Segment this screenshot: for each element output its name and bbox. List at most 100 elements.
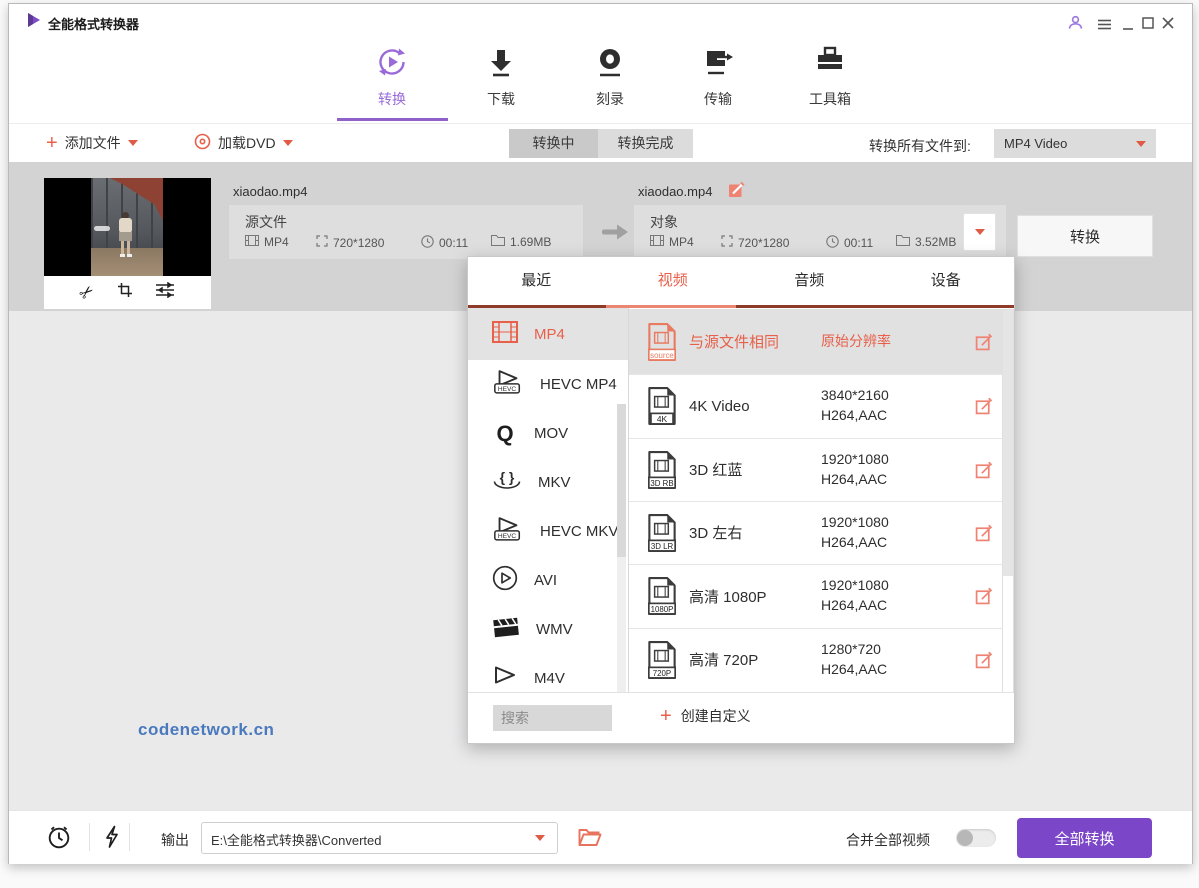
target-size: 3.52MB bbox=[896, 235, 956, 249]
folder-icon bbox=[491, 235, 505, 249]
popup-footer: + 创建自定义 bbox=[468, 692, 1014, 743]
svg-text:source: source bbox=[650, 351, 674, 360]
dvd-icon bbox=[194, 133, 211, 153]
folder-icon bbox=[896, 235, 910, 249]
menu-icon[interactable] bbox=[1097, 17, 1112, 35]
convert-to-dropdown[interactable]: MP4 Video bbox=[994, 129, 1156, 158]
resolution-icon bbox=[316, 235, 328, 250]
target-resolution: 720*1280 bbox=[721, 235, 789, 250]
tab-toolbox-label: 工具箱 bbox=[785, 89, 875, 109]
minimize-icon[interactable] bbox=[1122, 18, 1134, 36]
video-file-icon: 1080P bbox=[646, 576, 678, 621]
preset-list-scrollbar[interactable] bbox=[1002, 309, 1014, 692]
preset-3d-anaglyph[interactable]: 3D RB 3D 红蓝 1920*1080H264,AAC bbox=[629, 438, 1002, 501]
preset-resolution: 1920*1080 bbox=[821, 577, 889, 593]
merge-videos-label: 合并全部视频 bbox=[846, 830, 930, 850]
svg-text:3D RB: 3D RB bbox=[650, 479, 673, 488]
convert-to-label: 转换所有文件到: bbox=[869, 136, 971, 156]
popup-tab-audio[interactable]: 音频 bbox=[741, 257, 878, 305]
film-icon bbox=[245, 235, 259, 249]
add-file-button[interactable]: + 添加文件 bbox=[46, 133, 138, 153]
svg-text:720P: 720P bbox=[653, 669, 671, 678]
tab-convert[interactable]: 转换 bbox=[347, 44, 437, 109]
output-path-value: E:\全能格式转换器\Converted bbox=[211, 830, 382, 849]
format-dropdown-button[interactable] bbox=[963, 213, 996, 251]
load-dvd-dropdown-icon[interactable] bbox=[283, 140, 293, 146]
svg-text:3D LR: 3D LR bbox=[651, 542, 674, 551]
video-file-icon: 720P bbox=[646, 640, 678, 685]
plus-icon: + bbox=[660, 707, 672, 725]
source-format: MP4 bbox=[245, 235, 289, 249]
popup-tabs: 最近 视频 音频 设备 bbox=[468, 257, 1014, 305]
download-icon bbox=[483, 67, 519, 84]
preset-list: source 与源文件相同 原始分辨率 4K 4K Video 3840*216… bbox=[468, 308, 1014, 692]
output-path-dropdown[interactable]: E:\全能格式转换器\Converted bbox=[201, 822, 558, 854]
effects-adjust-icon[interactable] bbox=[155, 282, 175, 303]
search-input[interactable] bbox=[493, 705, 612, 731]
tab-transfer[interactable]: 传输 bbox=[673, 44, 763, 109]
thumbnail-scene bbox=[91, 178, 163, 276]
popup-tab-device[interactable]: 设备 bbox=[878, 257, 1015, 305]
convert-to-value: MP4 Video bbox=[1004, 136, 1067, 151]
rename-edit-icon[interactable] bbox=[728, 181, 745, 203]
trim-scissors-icon[interactable]: ✂ bbox=[76, 280, 100, 304]
preset-resolution: 原始分辨率 bbox=[821, 331, 891, 351]
preset-hd-720p[interactable]: 720P 高清 720P 1280*720H264,AAC bbox=[629, 628, 1002, 691]
tab-download[interactable]: 下载 bbox=[456, 44, 546, 109]
tab-convert-label: 转换 bbox=[347, 89, 437, 109]
preset-hd-1080p[interactable]: 1080P 高清 1080P 1920*1080H264,AAC bbox=[629, 564, 1002, 628]
convert-button[interactable]: 转换 bbox=[1017, 215, 1153, 257]
target-duration: 00:11 bbox=[826, 235, 873, 251]
preset-edit-icon[interactable] bbox=[975, 587, 993, 610]
tab-transfer-label: 传输 bbox=[673, 89, 763, 109]
add-file-dropdown-icon[interactable] bbox=[128, 140, 138, 146]
source-size: 1.69MB bbox=[491, 235, 551, 249]
preset-edit-icon[interactable] bbox=[975, 397, 993, 420]
preset-edit-icon[interactable] bbox=[975, 524, 993, 547]
create-custom-label: 创建自定义 bbox=[681, 706, 751, 726]
preset-same-as-source[interactable]: source 与源文件相同 原始分辨率 bbox=[629, 309, 1002, 374]
svg-text:4K: 4K bbox=[657, 414, 668, 424]
app-window: 全能格式转换器 转换 下载 刻录 传 bbox=[8, 3, 1193, 864]
preset-edit-icon[interactable] bbox=[975, 461, 993, 484]
video-thumbnail bbox=[44, 178, 211, 276]
source-file-icon: source bbox=[646, 322, 678, 367]
tab-converting[interactable]: 转换中 bbox=[509, 129, 598, 158]
titlebar: 全能格式转换器 bbox=[9, 4, 1192, 36]
preset-edit-icon[interactable] bbox=[975, 651, 993, 674]
close-icon[interactable] bbox=[1162, 16, 1174, 34]
load-dvd-button[interactable]: 加载DVD bbox=[194, 133, 293, 153]
preset-3d-sbs[interactable]: 3D LR 3D 左右 1920*1080H264,AAC bbox=[629, 501, 1002, 564]
popup-tab-video[interactable]: 视频 bbox=[605, 257, 742, 305]
schedule-clock-icon[interactable] bbox=[46, 824, 72, 855]
crop-icon[interactable] bbox=[117, 282, 133, 303]
convert-all-button[interactable]: 全部转换 bbox=[1017, 818, 1152, 858]
app-title: 全能格式转换器 bbox=[48, 14, 139, 33]
preset-codec: H264,AAC bbox=[821, 407, 887, 423]
merge-videos-toggle[interactable] bbox=[956, 829, 996, 847]
preset-resolution: 1920*1080 bbox=[821, 451, 889, 467]
tab-toolbox[interactable]: 工具箱 bbox=[785, 44, 875, 109]
popup-tab-recent[interactable]: 最近 bbox=[468, 257, 605, 305]
output-dropdown-icon bbox=[535, 835, 545, 841]
source-resolution: 720*1280 bbox=[316, 235, 384, 250]
maximize-icon[interactable] bbox=[1142, 16, 1154, 34]
convert-to-dropdown-icon bbox=[1136, 141, 1146, 147]
tab-burn-label: 刻录 bbox=[565, 89, 655, 109]
source-info-box: 源文件 MP4 720*1280 00:11 1.69MB bbox=[229, 205, 583, 259]
create-custom-button[interactable]: + 创建自定义 bbox=[660, 706, 751, 726]
user-account-icon[interactable] bbox=[1068, 15, 1083, 35]
main-nav: 转换 下载 刻录 传输 工具箱 bbox=[9, 36, 1192, 123]
video-file-icon: 3D RB bbox=[646, 450, 678, 495]
tab-burn[interactable]: 刻录 bbox=[565, 44, 655, 109]
open-folder-icon[interactable] bbox=[578, 828, 602, 852]
preset-codec: H264,AAC bbox=[821, 597, 887, 613]
watermark: codenetwork.cn bbox=[138, 720, 274, 740]
target-filename: xiaodao.mp4 bbox=[638, 184, 712, 199]
preset-edit-icon[interactable] bbox=[975, 333, 993, 356]
clock-icon bbox=[826, 235, 839, 251]
output-label: 输出 bbox=[161, 830, 189, 850]
preset-4k-video[interactable]: 4K 4K Video 3840*2160H264,AAC bbox=[629, 374, 1002, 438]
tab-finished[interactable]: 转换完成 bbox=[598, 129, 693, 158]
performance-bolt-icon[interactable] bbox=[104, 825, 120, 854]
